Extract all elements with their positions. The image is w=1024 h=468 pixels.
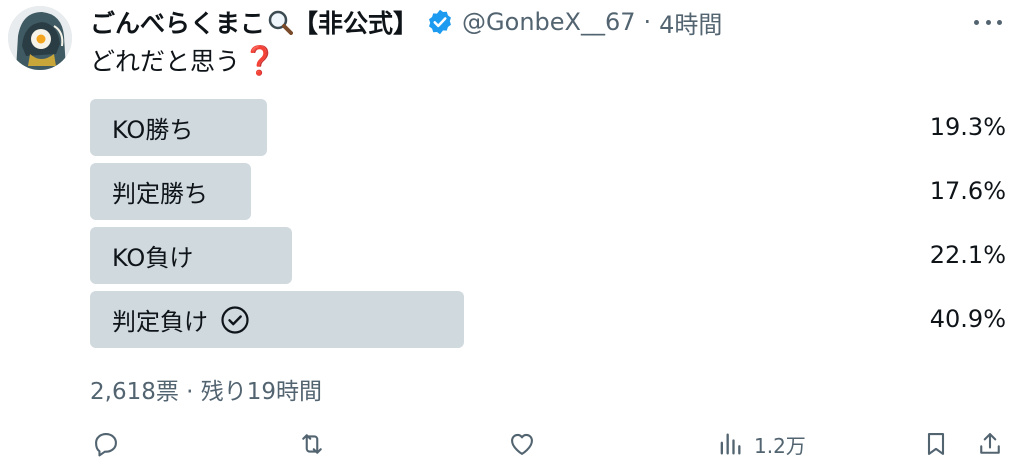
share-icon	[980, 433, 1000, 454]
more-dot	[997, 19, 1002, 25]
bookmark-icon	[927, 433, 945, 455]
views-button[interactable]: 1.2万	[716, 424, 806, 464]
reply-button[interactable]	[92, 424, 120, 464]
poll-option-winner: 判定負け 40.9%	[90, 291, 1008, 348]
reply-icon	[95, 433, 117, 457]
timestamp[interactable]: 4時間	[659, 5, 722, 40]
poll-option-label: KO負け	[112, 244, 194, 272]
action-bar: 1.2万	[90, 424, 1010, 464]
poll-option-percent: 19.3%	[929, 113, 1006, 141]
poll-option-percent: 40.9%	[929, 305, 1006, 333]
poll-option-label: KO勝ち	[112, 116, 194, 144]
like-button[interactable]	[508, 424, 536, 464]
tweet-header: ごんべらくまこ 【非公式】 @GonbeX__67 · 4時間	[90, 4, 1004, 40]
views-icon	[720, 433, 741, 455]
poll-option-percent: 22.1%	[929, 241, 1006, 269]
more-dot	[985, 19, 991, 25]
poll-option: KO勝ち 19.3%	[90, 99, 1008, 156]
bookmark-button[interactable]	[922, 424, 950, 464]
verified-icon	[429, 9, 451, 35]
poll-option-label: 判定負け	[112, 308, 208, 336]
like-icon	[511, 433, 533, 455]
more-dot	[974, 19, 979, 25]
poll-option: KO負け 22.1%	[90, 227, 1008, 284]
views-count: 1.2万	[754, 433, 806, 458]
more-icon[interactable]	[974, 12, 1002, 32]
poll-meta: 2,618票 · 残り19時間	[90, 379, 323, 405]
tweet-text: どれだと思う ❓	[90, 42, 277, 78]
poll-option-percent: 17.6%	[929, 177, 1006, 205]
separator-dot: ·	[643, 8, 652, 36]
magnifier-icon	[267, 9, 294, 35]
poll-option: 判定勝ち 17.6%	[90, 163, 1008, 220]
retweet-icon	[302, 434, 322, 454]
retweet-button[interactable]	[298, 424, 326, 464]
share-button[interactable]	[976, 424, 1004, 464]
avatar-image	[8, 6, 72, 70]
display-name-suffix[interactable]: 【非公式】	[293, 4, 418, 40]
check-circle-icon	[221, 305, 249, 334]
tweet-body: どれだと思う	[90, 47, 241, 76]
question-emoji: ❓	[242, 43, 277, 77]
poll: KO勝ち 19.3% 判定勝ち 17.6% KO負け 22.1% 判定負け 40…	[90, 99, 1008, 355]
display-name[interactable]: ごんべらくまこ	[90, 4, 265, 40]
avatar[interactable]	[8, 6, 72, 70]
poll-option-label: 判定勝ち	[112, 180, 208, 208]
author-handle[interactable]: @GonbeX__67	[462, 8, 635, 36]
poll-option-label-wrap: 判定負け	[112, 302, 250, 337]
